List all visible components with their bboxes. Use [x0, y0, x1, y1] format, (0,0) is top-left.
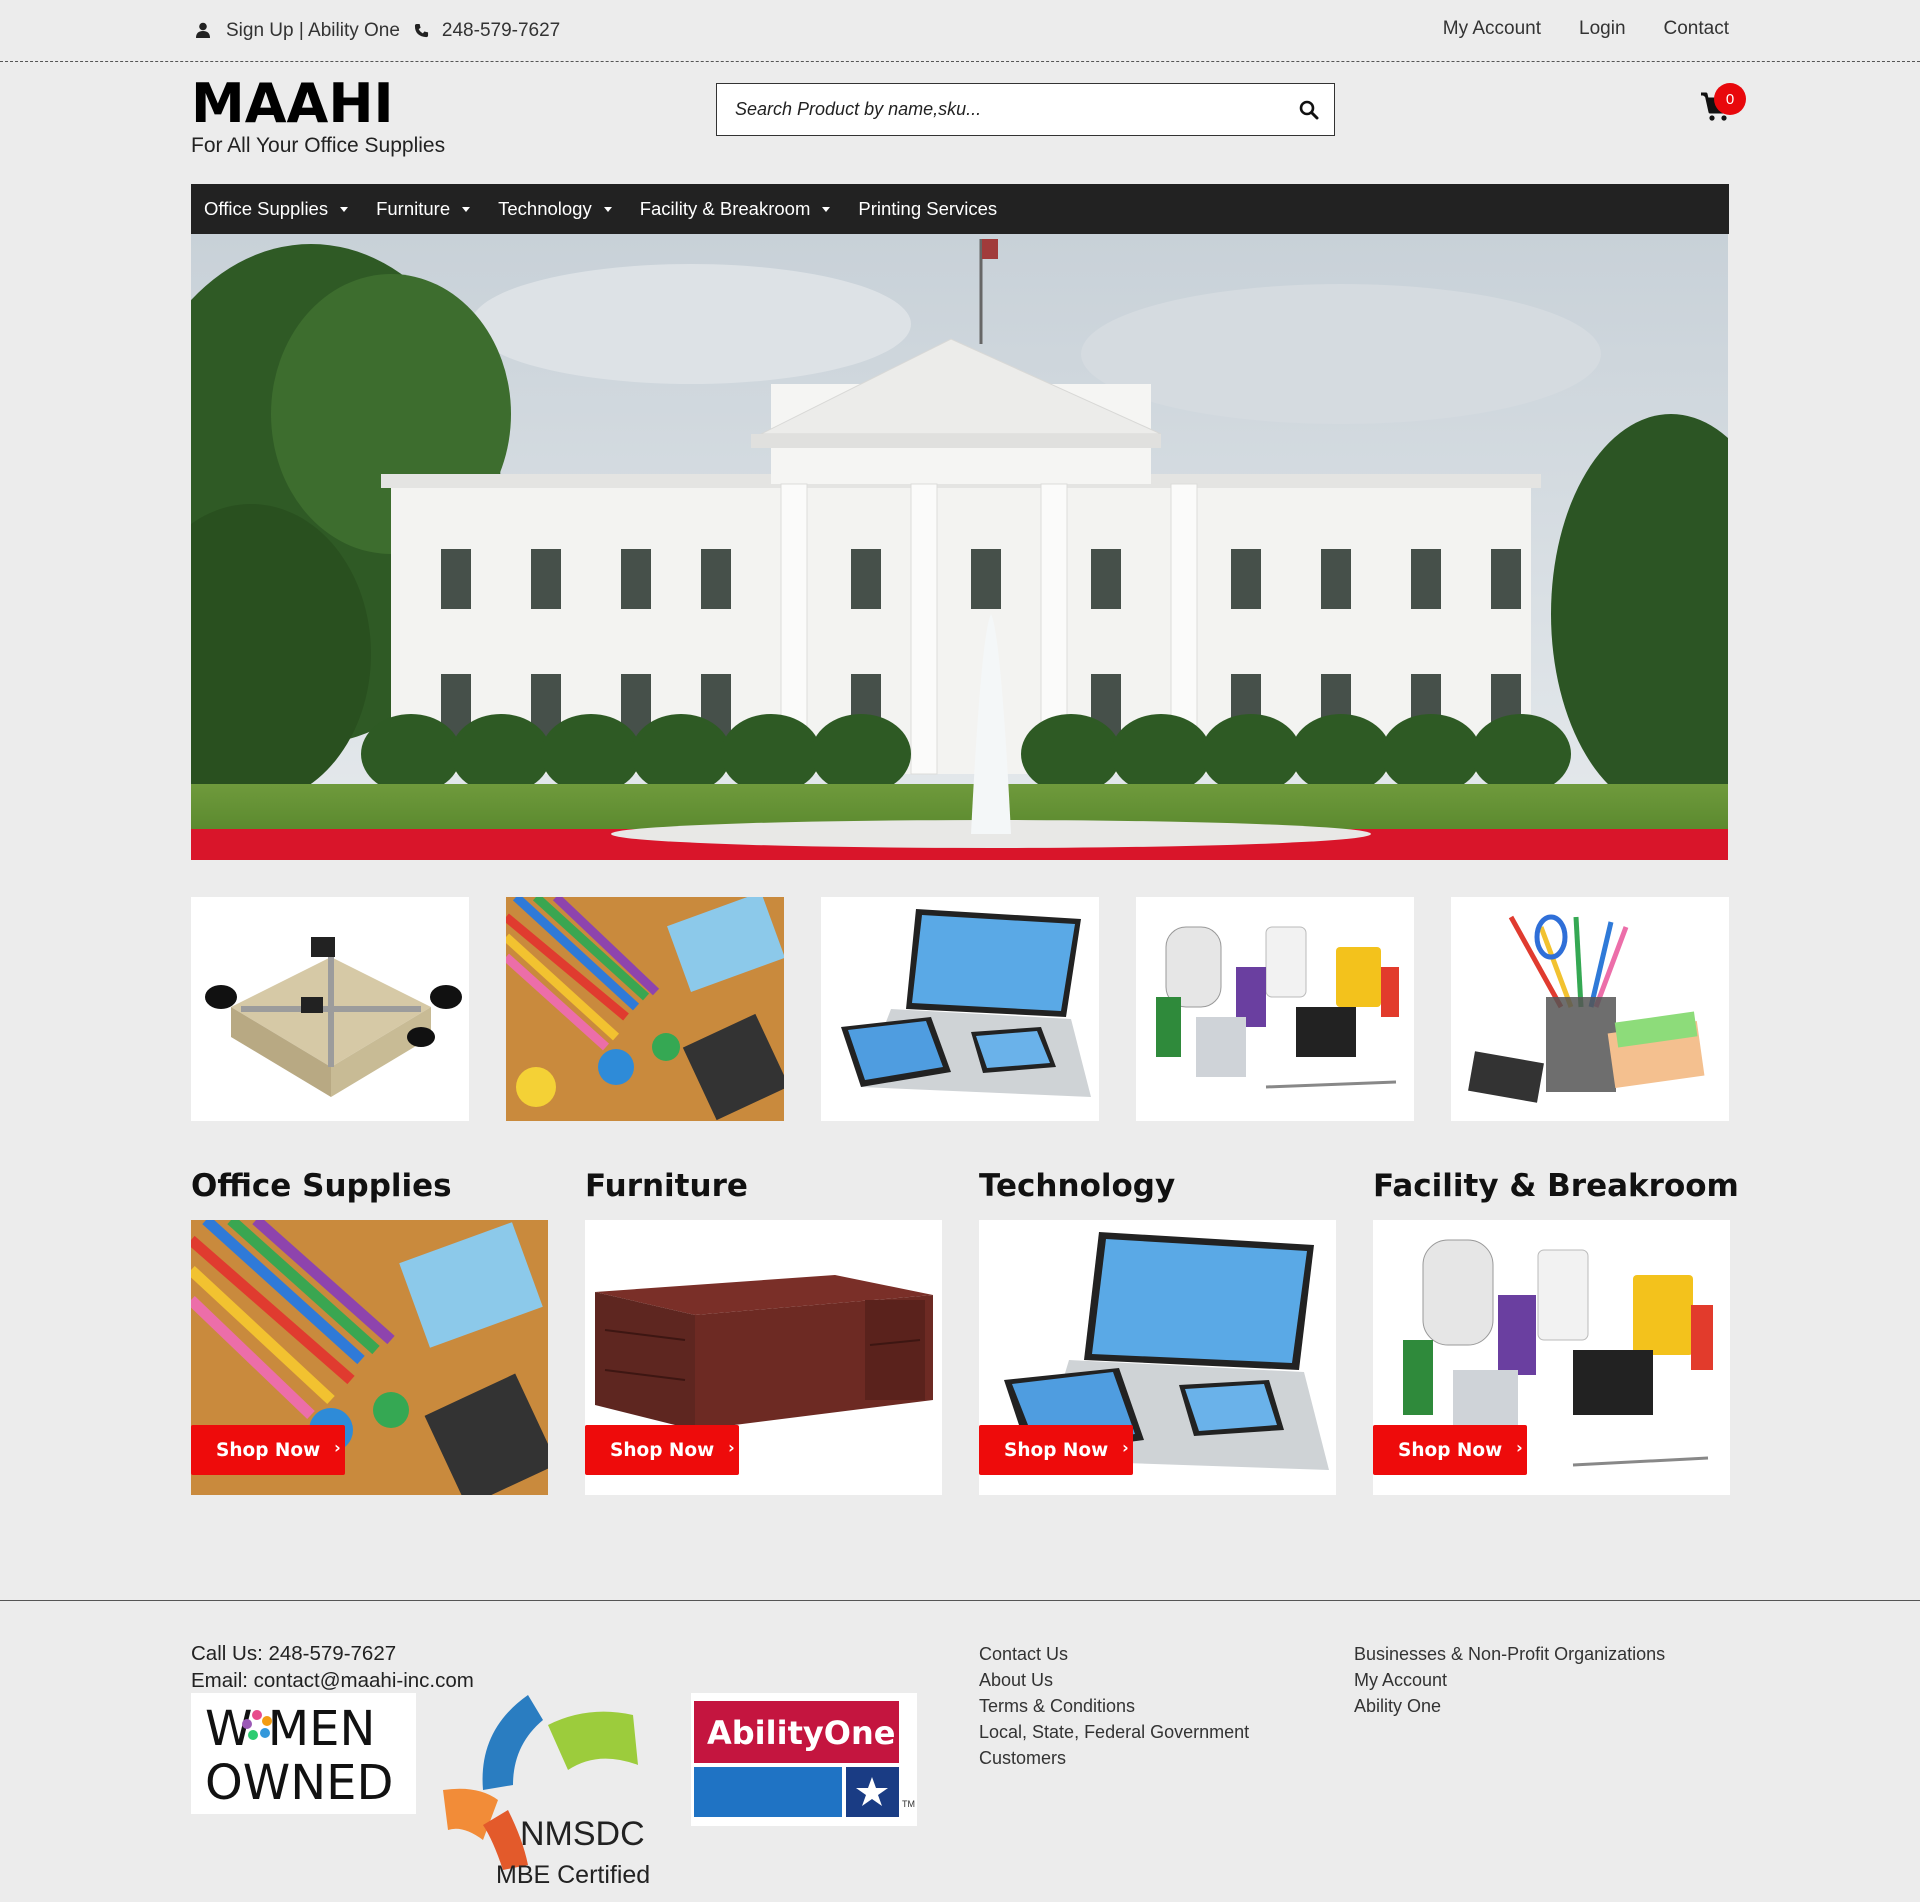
login-link[interactable]: Login [1579, 18, 1626, 40]
footer-link-businesses[interactable]: Businesses & Non-Profit Organizations [1354, 1641, 1665, 1667]
women-owned-line2: OWNED [205, 1755, 393, 1811]
nav-technology[interactable]: Technology [498, 198, 612, 220]
contact-link[interactable]: Contact [1664, 18, 1729, 40]
nav-label: Furniture [376, 198, 451, 219]
women-owned-badge: W MEN OWNED [191, 1693, 416, 1814]
category-card-technology[interactable]: Shop Now › [979, 1220, 1336, 1495]
search-icon [1299, 100, 1319, 119]
footer-link-government[interactable]: Local, State, Federal Government [979, 1719, 1249, 1745]
footer-link-ability-one[interactable]: Ability One [1354, 1693, 1665, 1719]
footer-link-terms[interactable]: Terms & Conditions [979, 1693, 1249, 1719]
category-title-office-supplies: Office Supplies [191, 1168, 452, 1204]
thumb-facility[interactable] [1136, 897, 1414, 1121]
category-card-office-supplies[interactable]: Shop Now › [191, 1220, 548, 1495]
stationery-image [1468, 914, 1705, 1103]
nav-label: Facility & Breakroom [639, 198, 811, 219]
nmsdc-badge: NMSDC MBE Certified [438, 1690, 660, 1890]
footer-links-col1: Contact Us About Us Terms & Conditions L… [979, 1641, 1249, 1771]
top-bar-links: My Account Login Contact [1443, 18, 1729, 40]
shop-now-label: Shop Now [610, 1439, 715, 1461]
shop-now-button[interactable]: Shop Now › [191, 1425, 345, 1475]
chevron-right-icon: › [1516, 1437, 1523, 1457]
chevron-right-icon: › [728, 1437, 735, 1457]
nav-label: Office Supplies [204, 198, 329, 219]
nmsdc-label: NMSDC [520, 1815, 645, 1853]
cart-count-badge: 0 [1714, 83, 1746, 115]
shop-now-label: Shop Now [1004, 1439, 1109, 1461]
thumb-office-supplies[interactable] [506, 897, 784, 1121]
thumb-furniture[interactable] [191, 897, 469, 1121]
thumb-technology[interactable] [821, 897, 1099, 1121]
office-supplies-image [506, 897, 784, 1121]
site-logo[interactable]: MAAHI [191, 74, 445, 134]
shop-now-button[interactable]: Shop Now › [585, 1425, 739, 1475]
phone-icon [414, 22, 430, 40]
chevron-right-icon: › [1122, 1437, 1129, 1457]
site-tagline: For All Your Office Supplies [191, 134, 446, 157]
shop-now-label: Shop Now [1398, 1439, 1503, 1461]
shop-now-button[interactable]: Shop Now › [979, 1425, 1133, 1475]
trademark-label: TM [902, 1799, 915, 1809]
footer-link-my-account[interactable]: My Account [1354, 1667, 1665, 1693]
category-title-technology: Technology [979, 1168, 1176, 1204]
nav-office-supplies[interactable]: Office Supplies [204, 198, 349, 220]
footer-call: Call Us: 248-579-7627 [191, 1642, 397, 1665]
caret-down-icon [822, 206, 831, 212]
technology-image [841, 909, 1091, 1097]
shop-now-label: Shop Now [216, 1439, 321, 1461]
mbe-label: MBE Certified [496, 1861, 650, 1889]
nav-facility-breakroom[interactable]: Facility & Breakroom [640, 198, 831, 220]
nav-furniture[interactable]: Furniture [376, 198, 471, 220]
search-box [716, 83, 1335, 136]
search-input[interactable] [717, 84, 1284, 135]
signup-link[interactable]: Sign Up | Ability One [226, 20, 400, 42]
abilityone-label: AbilityOne [707, 1714, 895, 1752]
caret-down-icon [462, 206, 471, 212]
shop-now-button[interactable]: Shop Now › [1373, 1425, 1527, 1475]
caret-down-icon [340, 206, 349, 212]
main-nav: Office Supplies Furniture Technology Fac… [191, 184, 1729, 234]
my-account-link[interactable]: My Account [1443, 18, 1541, 40]
brand[interactable]: MAAHI For All Your Office Supplies [191, 74, 445, 158]
thumb-stationery[interactable] [1451, 897, 1729, 1121]
women-owned-line1: W MEN [205, 1701, 375, 1757]
chevron-right-icon: › [334, 1437, 341, 1457]
white-house-image [191, 234, 1728, 860]
footer-email[interactable]: Email: contact@maahi-inc.com [191, 1667, 474, 1694]
user-icon [196, 22, 212, 40]
footer-link-about-us[interactable]: About Us [979, 1667, 1249, 1693]
cubicle-image [205, 937, 462, 1097]
category-title-facility: Facility & Breakroom [1373, 1168, 1739, 1204]
category-card-furniture[interactable]: Shop Now › [585, 1220, 942, 1495]
facility-products-image [1156, 926, 1399, 1089]
top-bar: Sign Up | Ability One 248-579-7627 My Ac… [0, 0, 1920, 62]
footer-contact: Call Us: 248-579-7627 Email: contact@maa… [191, 1640, 474, 1694]
nav-label: Technology [498, 198, 592, 219]
nav-printing-services[interactable]: Printing Services [858, 198, 997, 220]
phone-number: 248-579-7627 [441, 20, 561, 41]
abilityone-badge: AbilityOne TM [691, 1693, 917, 1826]
category-card-facility[interactable]: Shop Now › [1373, 1220, 1730, 1495]
caret-down-icon [603, 206, 612, 212]
hero-banner [191, 234, 1728, 860]
footer-links-col2: Businesses & Non-Profit Organizations My… [1354, 1641, 1665, 1719]
top-bar-left: Sign Up | Ability One 248-579-7627 [196, 20, 560, 42]
category-title-furniture: Furniture [585, 1168, 748, 1204]
nav-label: Printing Services [858, 198, 998, 219]
footer-link-contact-us[interactable]: Contact Us [979, 1641, 1249, 1667]
footer-divider [0, 1600, 1920, 1601]
search-button[interactable] [1284, 84, 1334, 135]
footer-link-customers[interactable]: Customers [979, 1745, 1249, 1771]
